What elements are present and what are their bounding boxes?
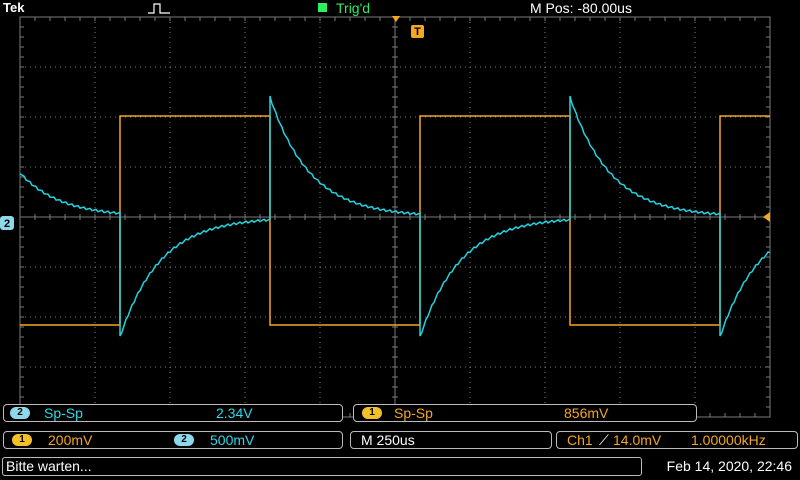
trigger-state-icon [318,3,327,12]
ch2-badge: 2 [10,407,30,419]
trigger-type-icon [148,3,170,14]
horizontal-position: M Pos: -80.00us [530,0,632,16]
trigger-level-marker [763,212,770,222]
measurement-ch2-value: 2.34V [216,405,253,421]
trigger-slope-icon: ⟋ [599,432,609,448]
ch2-scale: 500mV [210,432,255,448]
ch1-scale-badge: 1 [12,434,32,446]
graticule [19,16,771,418]
ch1-scale: 200mV [48,432,93,448]
trigger-t-marker: T [414,26,421,38]
ch2-scale-badge: 2 [174,434,194,446]
trigger-position-marker [392,16,400,22]
trigger-frequency: 1.00000kHz [691,432,766,448]
trigger-status: Trig'd [336,0,371,16]
ch1-badge: 1 [362,407,382,419]
status-bar [2,457,642,476]
measurement-ch2-type: Sp-Sp [44,405,83,421]
measurement-ch1-type: Sp-Sp [394,405,433,421]
vertical-settings[interactable]: 1 200mV 2 500mV [3,431,343,449]
status-message: Bitte warten... [6,458,92,474]
measurement-ch2[interactable]: 2 Sp-Sp 2.34V [3,404,343,422]
timebase: M 250us [361,432,415,448]
status-datetime: Feb 14, 2020, 22:46 [666,458,792,474]
trigger-panel[interactable]: Ch1 ⟋ 14.0mV 1.00000kHz [556,431,798,449]
measurement-ch1-value: 856mV [564,405,609,421]
ch2-ground-marker: 2 [4,218,10,230]
trigger-source: Ch1 [567,432,593,448]
trigger-level: 14.0mV [613,432,662,448]
brand-label: Tek [3,0,25,15]
timebase-panel[interactable]: M 250us [350,431,552,449]
measurement-ch1[interactable]: 1 Sp-Sp 856mV [353,404,697,422]
